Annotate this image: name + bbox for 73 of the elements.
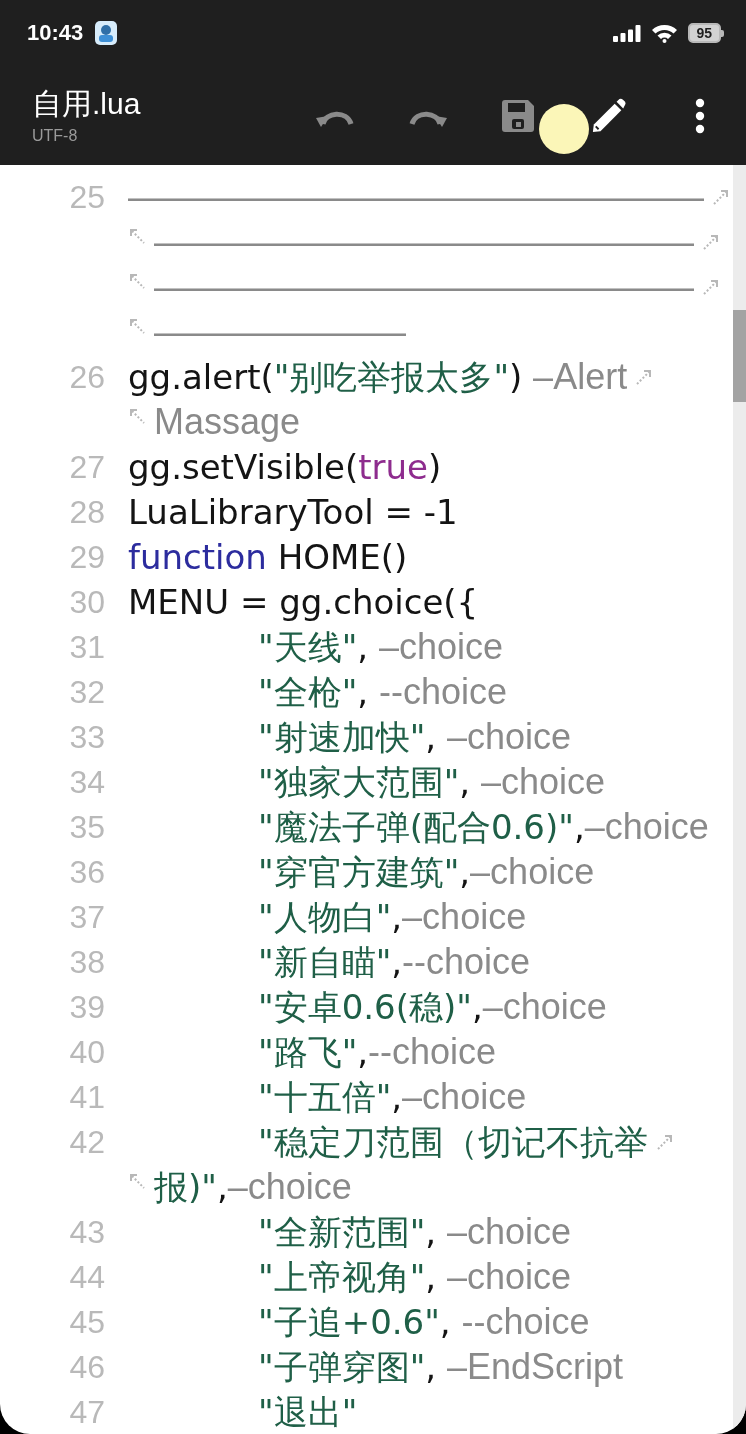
line-number: 33 — [69, 717, 105, 756]
code-line: gg.setVisible(true) — [128, 445, 442, 488]
code-line: "子弹穿图", –EndScript — [258, 1345, 623, 1388]
file-encoding: UTF-8 — [32, 126, 78, 145]
line-number: 39 — [69, 987, 105, 1026]
wifi-icon — [651, 23, 679, 43]
code-line: "路飞",--choice — [258, 1030, 497, 1073]
code-line: LuaLibraryTool = -1 — [128, 490, 458, 533]
code-line: "人物白",–choice — [258, 895, 527, 938]
line-number: 47 — [69, 1392, 105, 1431]
line-number: 41 — [69, 1077, 105, 1116]
file-title: 自用.lua — [32, 86, 141, 121]
code-line: function HOME() — [128, 535, 408, 578]
line-number: 45 — [69, 1302, 105, 1341]
line-number: 34 — [69, 762, 105, 801]
line-number: 28 — [69, 492, 105, 531]
wrap-arrow-icon — [128, 227, 146, 245]
code-line: "穿官方建筑",–choice — [258, 850, 595, 893]
code-line: ——————————————— — [154, 220, 694, 263]
code-line: "十五倍",–choice — [258, 1075, 527, 1118]
wrap-arrow-icon — [712, 187, 730, 206]
line-number: 44 — [69, 1257, 105, 1296]
code-line: MENU = gg.choice({ — [128, 580, 479, 623]
line-number: 35 — [69, 807, 105, 846]
code-line: "射速加快", –choice — [258, 715, 571, 758]
line-number: 30 — [69, 582, 105, 621]
code-line: "魔法子弹(配合0.6)",–choice — [258, 805, 709, 848]
wrap-arrow-icon — [702, 232, 720, 251]
code-line: ——————————————— — [154, 265, 694, 308]
code-line: "稳定刀范围（切记不抗举 — [258, 1120, 648, 1163]
line-number: 38 — [69, 942, 105, 981]
code-line: "全枪", --choice — [258, 670, 507, 713]
wrap-arrow-icon — [128, 1172, 146, 1190]
line-number: 29 — [69, 537, 105, 576]
wrap-arrow-icon — [702, 277, 720, 296]
code-line: "安卓0.6(稳)",–choice — [258, 985, 607, 1028]
code-line: ——————— — [154, 310, 406, 353]
code-line: Massage — [154, 400, 301, 443]
line-number: 31 — [69, 627, 105, 666]
wrap-arrow-icon — [635, 367, 654, 386]
status-time: 10:43 — [27, 20, 84, 46]
line-number: 40 — [69, 1032, 105, 1071]
code-line: gg.alert("别吃举报太多") –Alert — [128, 355, 628, 398]
app-notification-icon — [95, 21, 118, 45]
line-number: 36 — [69, 852, 105, 891]
wrap-arrow-icon — [128, 407, 146, 425]
signal-icon — [613, 24, 642, 42]
edit-button[interactable] — [590, 97, 627, 134]
code-line: "退出" — [258, 1390, 358, 1433]
code-line: "新自瞄",--choice — [258, 940, 531, 983]
scrollbar-thumb[interactable] — [733, 310, 746, 402]
line-number: 46 — [69, 1347, 105, 1386]
line-number: 25 — [69, 177, 105, 216]
code-line: 报)",–choice — [154, 1165, 352, 1208]
line-number: 37 — [69, 897, 105, 936]
line-number: 32 — [69, 672, 105, 711]
code-line: "上帝视角", –choice — [258, 1255, 571, 1298]
wrap-arrow-icon — [128, 317, 146, 335]
wrap-arrow-icon — [655, 1132, 674, 1151]
code-line: "天线", –choice — [258, 625, 503, 668]
code-line: ———————————————— — [128, 175, 704, 218]
wrap-arrow-icon — [128, 272, 146, 290]
more-icon — [694, 97, 705, 134]
more-button[interactable] — [694, 97, 705, 134]
code-line: "全新范围", –choice — [258, 1210, 571, 1253]
line-number: 26 — [69, 357, 105, 396]
code-line: "子追+0.6", --choice — [258, 1300, 590, 1343]
line-number: 27 — [69, 447, 105, 486]
line-number: 43 — [69, 1212, 105, 1251]
code-line: "独家大范围", –choice — [258, 760, 605, 803]
pencil-icon — [590, 97, 627, 134]
line-number: 42 — [69, 1122, 105, 1161]
battery-indicator: 95 — [688, 23, 724, 43]
